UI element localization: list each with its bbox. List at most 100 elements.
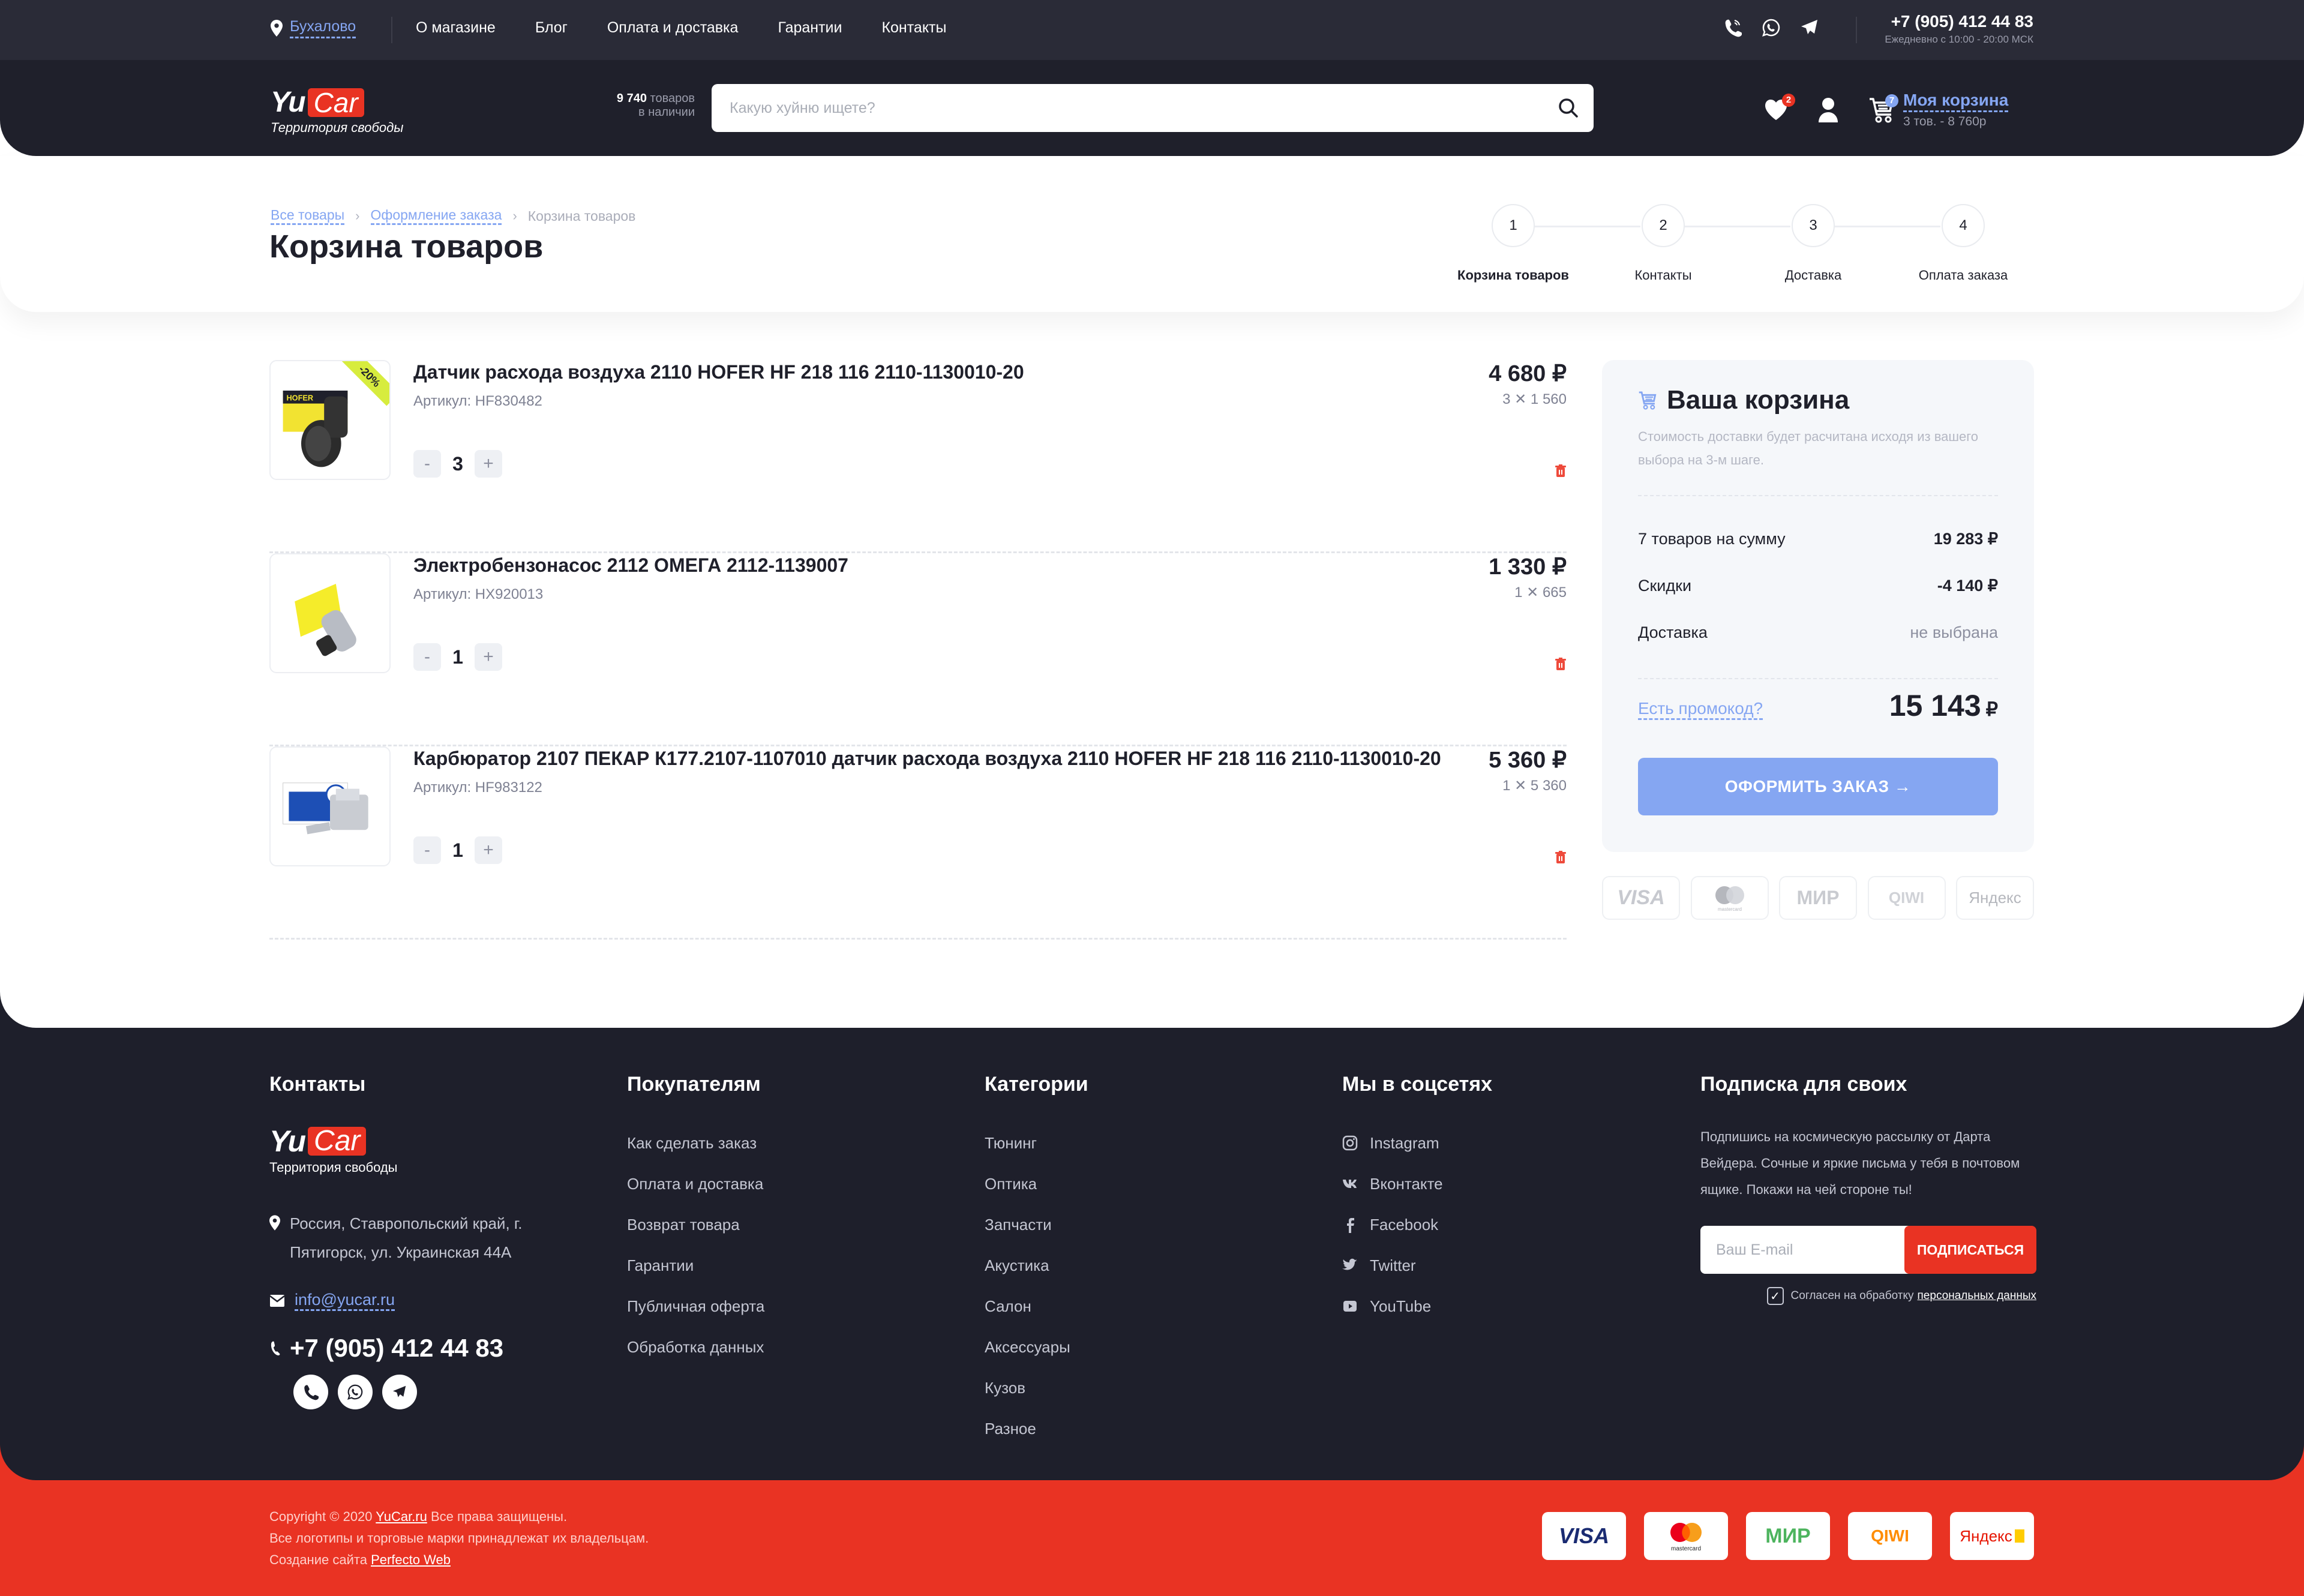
whatsapp-icon[interactable] [1762, 19, 1780, 37]
quantity-value[interactable]: 3 [449, 453, 466, 475]
step-number: 4 [1942, 204, 1985, 247]
consent-checkbox[interactable]: ✓ [1766, 1287, 1784, 1305]
product-name[interactable]: Карбюратор 2107 ПЕКАР К177.2107-1107010 … [413, 748, 1441, 770]
step-label: Доставка [1784, 268, 1842, 283]
footer-heading: Подписка для своих [1700, 1073, 1907, 1096]
checkout-button[interactable]: ОФОРМИТЬ ЗАКАЗ → [1638, 758, 1998, 815]
viber-icon[interactable] [1724, 18, 1742, 37]
remove-item-button[interactable] [1555, 658, 1567, 674]
remove-item-button[interactable] [1555, 464, 1567, 481]
social-link-twitter[interactable]: Twitter [1342, 1245, 1492, 1286]
footer-link[interactable]: Оптика [985, 1163, 1088, 1204]
social-link-instagram[interactable]: Instagram [1342, 1123, 1492, 1163]
social-link-vk[interactable]: Вконтакте [1342, 1163, 1492, 1204]
item-price: 4 680 ₽ 3 ✕ 1 560 [1489, 360, 1567, 408]
summary-row-discount: Скидки -4 140 ₽ [1638, 577, 1998, 595]
phone-number[interactable]: +7 (905) 412 44 83 [290, 1334, 503, 1363]
step-delivery[interactable]: 3 Доставка [1747, 204, 1879, 283]
product-sku: Артикул: HF830482 [413, 393, 542, 409]
favorites-button[interactable]: 2 [1764, 93, 1795, 121]
increase-qty-button[interactable]: + [475, 836, 502, 864]
email-field[interactable] [1700, 1226, 1909, 1274]
row-value: не выбрана [1910, 623, 1998, 641]
breadcrumb-all-products[interactable]: Все товары [271, 207, 345, 225]
quantity-stepper: - 1 + [413, 643, 502, 671]
quantity-value[interactable]: 1 [449, 646, 466, 668]
decrease-qty-button[interactable]: - [413, 643, 441, 671]
nav-contacts[interactable]: Контакты [881, 19, 946, 37]
product-photo-fuel-pump [295, 584, 356, 656]
cart-summary[interactable]: Моя корзина 3 тов. - 8 760р [1903, 90, 2009, 129]
product-name[interactable]: Датчик расхода воздуха 2110 HOFER HF 218… [413, 361, 1024, 383]
product-name[interactable]: Электробензонасос 2112 ОМЕГА 2112-113900… [413, 554, 848, 577]
increase-qty-button[interactable]: + [475, 643, 502, 671]
footer-link[interactable]: Оплата и доставка [627, 1163, 764, 1204]
nav-about[interactable]: О магазине [416, 19, 496, 37]
footer-link[interactable]: Аксессуары [985, 1327, 1088, 1367]
item-total: 1 330 ₽ [1489, 554, 1567, 580]
footer-social: Мы в соцсетях Instagram Вконтакте Facebo… [1342, 1073, 1492, 1327]
breadcrumb-checkout[interactable]: Оформление заказа [370, 207, 502, 225]
step-contacts[interactable]: 2 Контакты [1597, 204, 1729, 283]
site-logo[interactable]: Yu Car Территория свободы [271, 86, 404, 136]
social-label: Instagram [1370, 1133, 1439, 1152]
nav-payment-delivery[interactable]: Оплата и доставка [607, 19, 739, 37]
footer-link[interactable]: Публичная оферта [627, 1286, 764, 1327]
step-label: Корзина товаров [1457, 268, 1569, 283]
site-link[interactable]: YuCar.ru [376, 1509, 427, 1524]
search-button[interactable] [1555, 95, 1582, 121]
decrease-qty-button[interactable]: - [413, 836, 441, 864]
personal-data-link[interactable]: персональных данных [1918, 1289, 2036, 1303]
product-image[interactable]: HOFER -20% [269, 360, 391, 480]
phone-number[interactable]: +7 (905) 412 44 83 [1885, 12, 2033, 31]
email-link[interactable]: info@yucar.ru [295, 1291, 395, 1311]
search-bar [712, 84, 1594, 132]
cart-label[interactable]: Моя корзина [1903, 90, 2009, 112]
footer-link[interactable]: Салон [985, 1286, 1088, 1327]
item-total: 5 360 ₽ [1489, 748, 1567, 773]
social-link-youtube[interactable]: YouTube [1342, 1286, 1492, 1327]
chevron-right-icon: › [512, 208, 517, 223]
decrease-qty-button[interactable]: - [413, 450, 441, 478]
telegram-button[interactable] [382, 1375, 417, 1409]
item-unit-price: 3 ✕ 1 560 [1502, 391, 1567, 407]
product-image[interactable] [269, 746, 391, 866]
nav-guarantees[interactable]: Гарантии [778, 19, 842, 37]
city-name[interactable]: Бухалово [290, 18, 356, 38]
cart-button[interactable]: 7 [1868, 94, 1898, 123]
remove-item-button[interactable] [1555, 851, 1567, 867]
developer-link[interactable]: Perfecto Web [371, 1552, 451, 1567]
messenger-links [1724, 18, 1819, 37]
nav-blog[interactable]: Блог [535, 19, 568, 37]
promo-code-link[interactable]: Есть промокод? [1638, 699, 1763, 720]
footer-link[interactable]: Разное [985, 1408, 1088, 1449]
footer-link[interactable]: Кузов [985, 1367, 1088, 1408]
increase-qty-button[interactable]: + [475, 450, 502, 478]
social-link-facebook[interactable]: Facebook [1342, 1204, 1492, 1245]
step-cart[interactable]: 1 Корзина товаров [1447, 204, 1579, 283]
city-selector[interactable]: Бухалово [271, 18, 356, 38]
trademark-note: Все логотипы и торговые марки принадлежа… [269, 1531, 649, 1546]
whatsapp-button[interactable] [338, 1375, 373, 1409]
footer-link[interactable]: Обработка данных [627, 1327, 764, 1367]
title-band: Все товары › Оформление заказа › Корзина… [0, 156, 2304, 312]
footer-logo[interactable]: Yu Car Территория свободы [269, 1124, 572, 1175]
footer-link[interactable]: Гарантии [627, 1245, 764, 1286]
footer-link[interactable]: Возврат товара [627, 1204, 764, 1245]
product-sku: Артикул: HF983122 [413, 779, 542, 796]
account-button[interactable] [1818, 97, 1838, 122]
instagram-icon [1342, 1135, 1358, 1151]
social-label: Twitter [1370, 1256, 1416, 1274]
product-image[interactable] [269, 553, 391, 673]
footer-link[interactable]: Акустика [985, 1245, 1088, 1286]
footer-link[interactable]: Запчасти [985, 1204, 1088, 1245]
footer-link[interactable]: Как сделать заказ [627, 1123, 764, 1163]
subscribe-button[interactable]: ПОДПИСАТЬСЯ [1904, 1226, 2036, 1274]
quantity-value[interactable]: 1 [449, 839, 466, 862]
telegram-icon[interactable] [1801, 19, 1819, 36]
viber-button[interactable] [293, 1375, 328, 1409]
search-input[interactable] [730, 84, 1534, 132]
visa-logo: VISA [1542, 1512, 1626, 1560]
step-payment[interactable]: 4 Оплата заказа [1897, 204, 2029, 283]
footer-link[interactable]: Тюнинг [985, 1123, 1088, 1163]
